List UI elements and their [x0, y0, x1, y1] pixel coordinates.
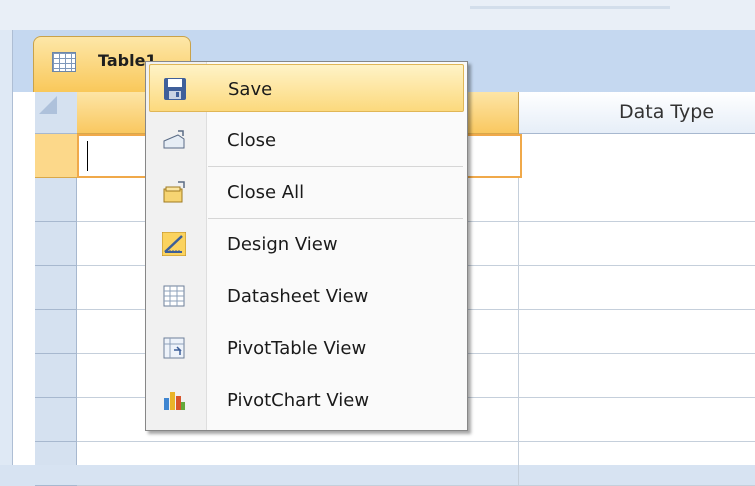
menu-item-label: PivotTable View — [227, 338, 367, 359]
ribbon-edge — [470, 6, 670, 9]
row-selector[interactable] — [35, 266, 77, 310]
menu-item-label: Design View — [227, 234, 338, 255]
select-all-corner[interactable] — [35, 92, 77, 134]
field-name-cell[interactable] — [77, 442, 519, 485]
table-icon — [52, 52, 76, 72]
menu-item-label: Datasheet View — [227, 286, 369, 307]
corner-triangle-icon — [39, 96, 57, 114]
menu-item-label: Close — [227, 130, 277, 151]
table-row[interactable] — [77, 442, 755, 486]
menu-item-label: PivotChart View — [227, 390, 370, 411]
design-view-icon — [162, 232, 186, 256]
tab-context-menu: Save Close Close All Design View Datashe… — [145, 61, 468, 431]
close-all-icon — [162, 180, 186, 204]
save-icon — [163, 77, 187, 101]
menu-item-save[interactable]: Save — [149, 64, 464, 112]
row-selector[interactable] — [35, 222, 77, 266]
active-row-selector[interactable] — [35, 134, 77, 178]
menu-separator — [208, 218, 463, 219]
data-type-column-header[interactable]: Data Type — [519, 92, 755, 134]
menu-item-datasheet-view[interactable]: Datasheet View — [149, 272, 464, 320]
menu-item-close-all[interactable]: Close All — [149, 168, 464, 216]
row-selector[interactable] — [35, 310, 77, 354]
row-selector[interactable] — [35, 442, 77, 486]
menu-item-design-view[interactable]: Design View — [149, 220, 464, 268]
menu-item-pivottable-view[interactable]: PivotTable View — [149, 324, 464, 372]
row-selector[interactable] — [35, 354, 77, 398]
data-type-header-label: Data Type — [619, 101, 715, 123]
top-strip — [0, 0, 755, 30]
close-icon — [162, 128, 186, 152]
datasheet-view-icon — [162, 284, 186, 308]
row-selector[interactable] — [35, 398, 77, 442]
menu-item-pivotchart-view[interactable]: PivotChart View — [149, 376, 464, 424]
pivotchart-view-icon — [162, 388, 186, 412]
navigation-pane-edge[interactable] — [0, 30, 13, 465]
pivottable-view-icon — [162, 336, 186, 360]
row-selector[interactable] — [35, 178, 77, 222]
menu-item-close[interactable]: Close — [149, 116, 464, 164]
menu-item-label: Save — [228, 79, 273, 100]
menu-item-label: Close All — [227, 182, 305, 203]
text-caret — [87, 141, 88, 171]
menu-separator — [208, 166, 463, 167]
